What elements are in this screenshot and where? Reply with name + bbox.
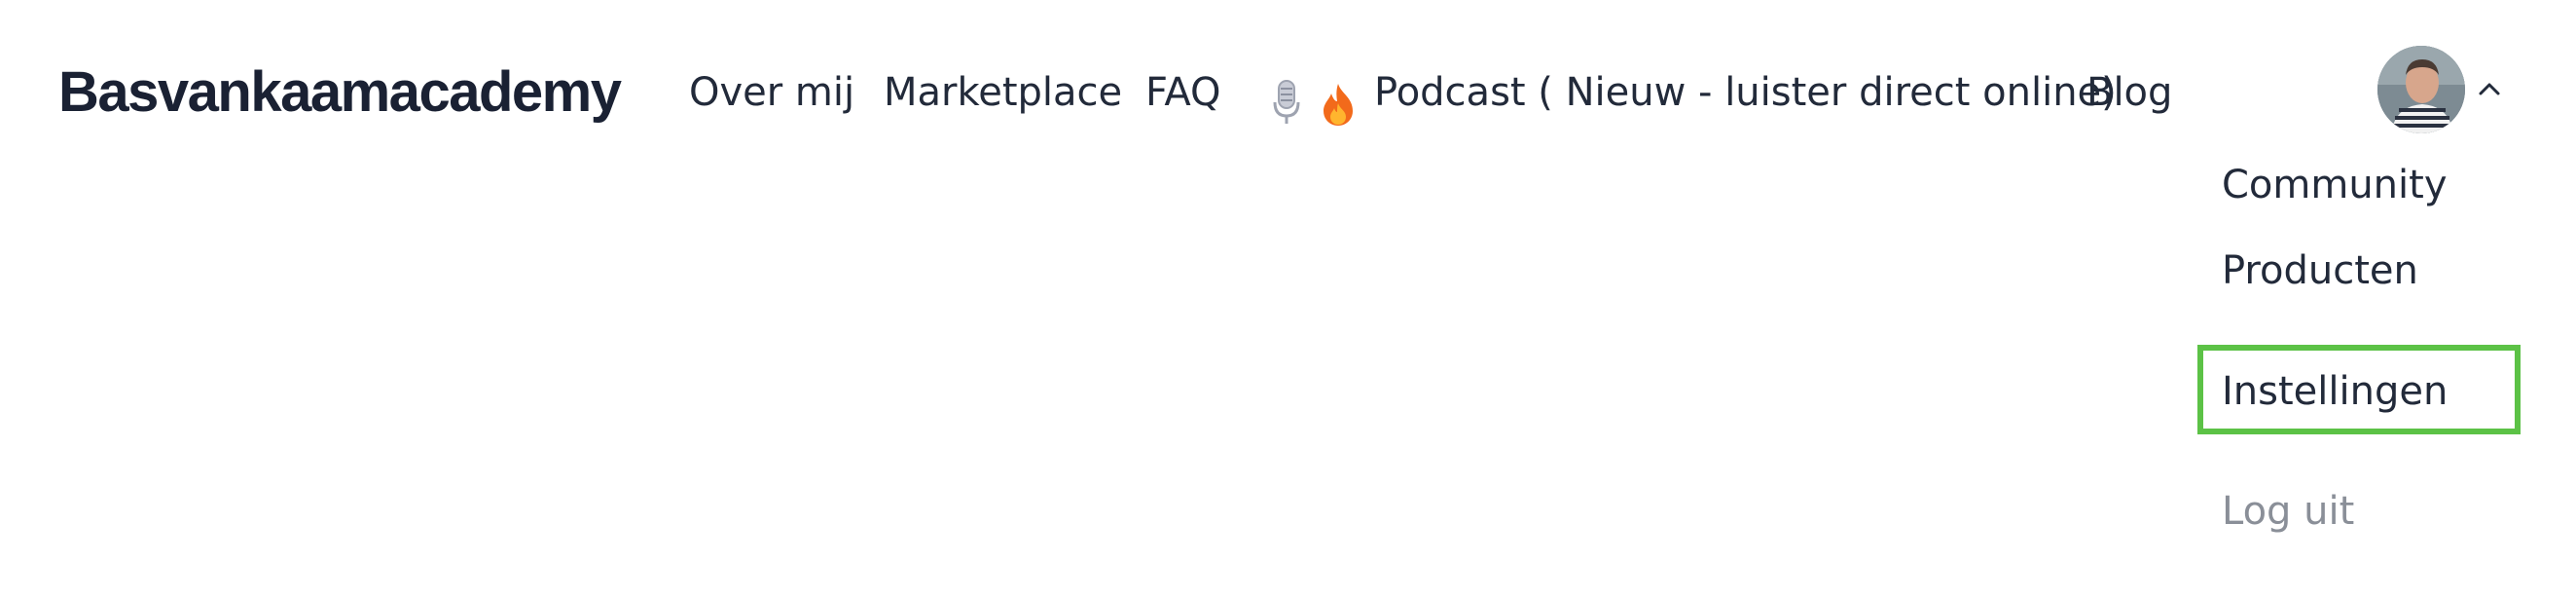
nav-item-faq[interactable]: FAQ <box>1145 49 1220 136</box>
highlight-box <box>2197 345 2521 434</box>
menu-item-producten[interactable]: Producten <box>2222 242 2418 300</box>
nav-item-blog[interactable]: Blog <box>2086 49 2172 136</box>
menu-item-log-uit[interactable]: Log uit <box>2222 482 2354 541</box>
nav-item-over-mij[interactable]: Over mij <box>689 49 854 136</box>
menu-item-community[interactable]: Community <box>2222 156 2448 214</box>
main-nav: Over mij Marketplace FAQ Podcast ( Nieuw… <box>0 49 2576 136</box>
nav-item-podcast[interactable]: Podcast ( Nieuw - luister direct online) <box>1271 49 2117 136</box>
nav-item-marketplace[interactable]: Marketplace <box>884 49 1122 136</box>
microphone-icon <box>1271 69 1302 124</box>
nav-item-podcast-label: Podcast ( Nieuw - luister direct online) <box>1374 70 2117 115</box>
user-menu-toggle[interactable] <box>2377 46 2504 133</box>
chevron-up-icon[interactable] <box>2478 79 2501 98</box>
avatar[interactable] <box>2377 46 2465 133</box>
fire-icon <box>1320 70 1357 126</box>
